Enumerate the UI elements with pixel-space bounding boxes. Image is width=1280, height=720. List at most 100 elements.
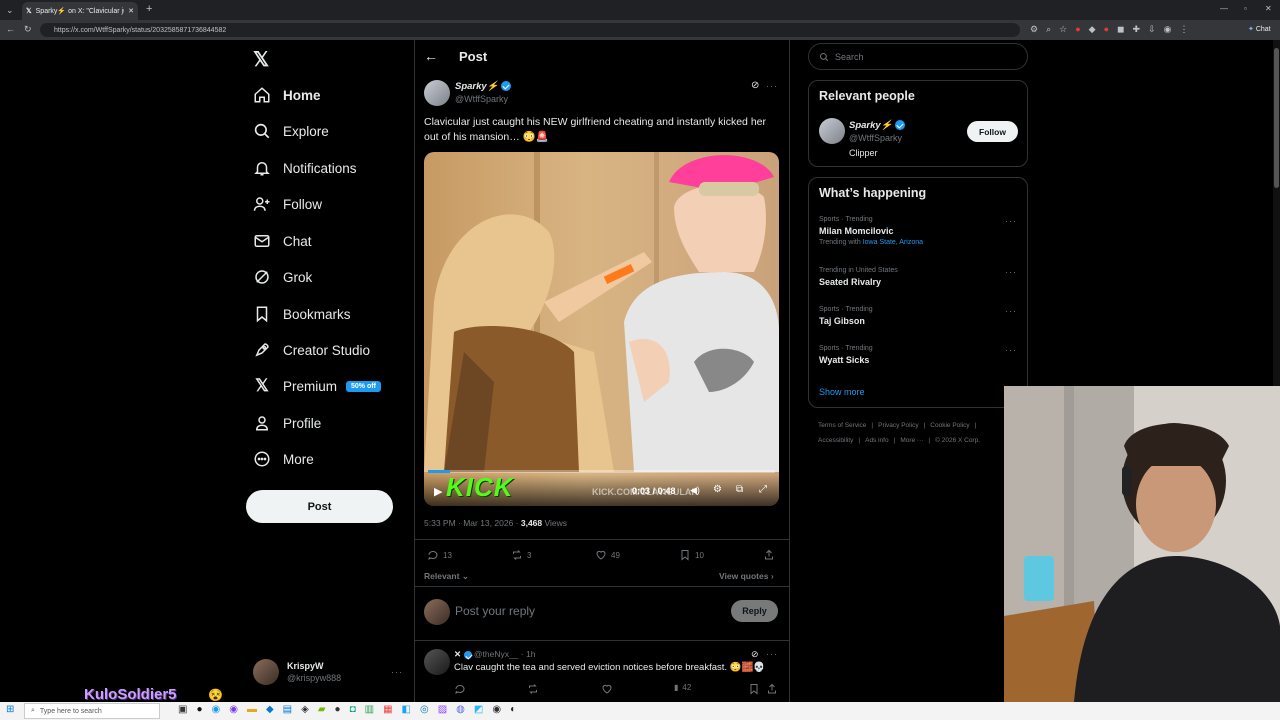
trend-more-icon[interactable]: ···	[1005, 345, 1017, 355]
grok-explain-icon[interactable]: ⊘	[751, 80, 759, 91]
app-icon[interactable]: ◈	[301, 704, 309, 715]
reply-views-button[interactable]: ▮ 42	[674, 683, 691, 692]
reply-repost-button[interactable]	[527, 683, 539, 695]
trend-more-icon[interactable]: ···	[1005, 267, 1017, 277]
star-icon[interactable]: ☆	[1059, 24, 1067, 35]
back-icon[interactable]: ←	[6, 24, 15, 34]
nav-notifications[interactable]: Notifications	[253, 155, 357, 181]
trend-item[interactable]: Sports · Trending Wyatt Sicks	[819, 345, 1019, 365]
trend-item[interactable]: Sports · Trending Taj Gibson	[819, 306, 1019, 326]
reply-button[interactable]: 13	[427, 549, 452, 561]
extension-icon[interactable]: ⚙	[1030, 24, 1038, 35]
search-input[interactable]: Search	[808, 43, 1028, 70]
footer-link[interactable]: Cookie Policy	[930, 422, 969, 429]
app-icon[interactable]: ◘	[350, 704, 356, 715]
author-avatar[interactable]	[424, 80, 450, 106]
pip-icon[interactable]: ⧉	[736, 484, 743, 495]
task-view-icon[interactable]: ▣	[178, 704, 187, 715]
app-icon[interactable]: ●	[196, 704, 202, 715]
tab-list-icon[interactable]: ⌄	[6, 5, 14, 16]
footer-link[interactable]: Ads info	[865, 437, 889, 444]
reply-author-row[interactable]: ✕ @theNyx__ · 1h	[454, 649, 535, 660]
chat-chrome-button[interactable]: ✦ Chat	[1248, 25, 1271, 33]
taskbar-search[interactable]: ⌕ Type here to search	[24, 703, 160, 719]
nav-explore[interactable]: Explore	[253, 118, 329, 144]
play-icon[interactable]: ▶	[434, 485, 442, 498]
avatar[interactable]	[819, 118, 845, 144]
grok-explain-icon[interactable]: ⊘	[751, 649, 759, 660]
obs-icon[interactable]: ◉	[492, 704, 501, 715]
footer-link[interactable]: More ···	[900, 437, 923, 444]
repost-button[interactable]: 3	[511, 549, 531, 561]
bookmark-button[interactable]: 10	[679, 549, 704, 561]
app-icon[interactable]: ◆	[266, 704, 274, 715]
x-logo-icon[interactable]: 𝕏	[253, 47, 269, 72]
app-icon[interactable]: ▦	[383, 704, 392, 715]
nav-chat[interactable]: Chat	[253, 228, 312, 254]
github-icon[interactable]: ●	[335, 704, 341, 715]
extension-icon-3[interactable]: ●	[1104, 24, 1109, 35]
puzzle-icon[interactable]: ✚	[1132, 24, 1140, 35]
app-icon[interactable]: ◧	[402, 704, 411, 715]
twitch-icon[interactable]: ▨	[438, 704, 447, 715]
reply-input[interactable]: Post your reply	[455, 604, 535, 618]
record-icon[interactable]: ●	[1075, 24, 1080, 35]
trend-more-icon[interactable]: ···	[1005, 216, 1017, 226]
relevant-person-handle[interactable]: @WtffSparky	[849, 133, 902, 143]
trend-item[interactable]: Sports · Trending Milan Momcilovic Trend…	[819, 216, 1019, 246]
scrollbar-thumb[interactable]	[1274, 48, 1279, 188]
nav-follow[interactable]: Follow	[253, 191, 322, 217]
app-icon[interactable]: ◉	[229, 704, 238, 715]
trend-item[interactable]: Trending in United States Seated Rivalry	[819, 267, 1019, 287]
account-switcher[interactable]: KrispyW @krispyw888 ···	[253, 658, 403, 686]
relevant-person-name-row[interactable]: Sparky⚡	[849, 120, 906, 131]
app-icon[interactable]: ◩	[474, 704, 483, 715]
view-quotes-link[interactable]: View quotes ›	[719, 571, 774, 581]
reply-bookmark-button[interactable]	[748, 683, 760, 695]
avatar[interactable]	[424, 649, 450, 675]
maximize-icon[interactable]: ▫	[1244, 4, 1247, 13]
author-handle[interactable]: @WtffSparky	[455, 94, 508, 104]
volume-icon[interactable]: ◀)	[690, 485, 700, 496]
tweet-timestamp[interactable]: 5:33 PM · Mar 13, 2026 ·	[424, 518, 521, 528]
sort-replies-dropdown[interactable]: Relevant ⌄	[424, 571, 469, 582]
share-button[interactable]	[763, 549, 775, 561]
reload-icon[interactable]: ↻	[24, 24, 32, 35]
nav-premium[interactable]: 𝕏 Premium 50% off	[253, 373, 381, 399]
nav-creator-studio[interactable]: Creator Studio	[253, 337, 370, 363]
tab-close-icon[interactable]: ✕	[128, 7, 134, 15]
trend-more-icon[interactable]: ···	[1005, 306, 1017, 316]
reply-more-icon[interactable]: ···	[766, 649, 778, 659]
folder-icon[interactable]: ▬	[247, 704, 257, 715]
nav-profile[interactable]: Profile	[253, 410, 321, 436]
edge-icon[interactable]: ◉	[212, 704, 221, 715]
store-icon[interactable]: ▤	[283, 704, 292, 715]
menu-icon[interactable]: ⋮	[1179, 24, 1188, 35]
extension-icon-4[interactable]: ◼	[1117, 24, 1124, 35]
extension-icon-2[interactable]: ◆	[1089, 24, 1096, 35]
like-button[interactable]: 49	[595, 549, 620, 561]
discord-icon[interactable]: ◍	[456, 704, 465, 715]
nav-grok[interactable]: Grok	[253, 264, 312, 290]
download-icon[interactable]: ⇩	[1148, 24, 1156, 35]
fullscreen-icon[interactable]: ⤢	[759, 484, 767, 495]
footer-link[interactable]: Accessibility	[818, 437, 853, 444]
minimize-icon[interactable]: —	[1220, 4, 1228, 13]
show-more-link[interactable]: Show more	[819, 387, 865, 397]
steam-icon[interactable]: ◐	[510, 704, 516, 715]
trend-related-links[interactable]: Iowa State, Arizona	[863, 239, 923, 246]
settings-icon[interactable]: ⚙	[713, 484, 722, 495]
reply-reply-button[interactable]	[454, 683, 466, 695]
reply-like-button[interactable]	[601, 683, 613, 695]
windows-start-icon[interactable]: ⊞	[6, 704, 14, 715]
nav-home[interactable]: Home	[253, 82, 321, 108]
browser-tab[interactable]: 𝕏 Sparky⚡ on X: "Clavicular just ca… ✕	[22, 2, 138, 20]
reply-share-button[interactable]	[766, 683, 778, 695]
back-arrow-icon[interactable]: ←	[424, 48, 438, 64]
footer-link[interactable]: Privacy Policy	[878, 422, 918, 429]
tweet-more-icon[interactable]: ···	[766, 81, 778, 91]
nav-more[interactable]: More	[253, 446, 314, 472]
new-tab-icon[interactable]: +	[146, 3, 152, 15]
video-player[interactable]: ▶ KICK KICK.COM/CLAVICULAR 0:03 / 0:48 ◀…	[424, 152, 779, 506]
app-icon[interactable]: ◎	[420, 704, 429, 715]
